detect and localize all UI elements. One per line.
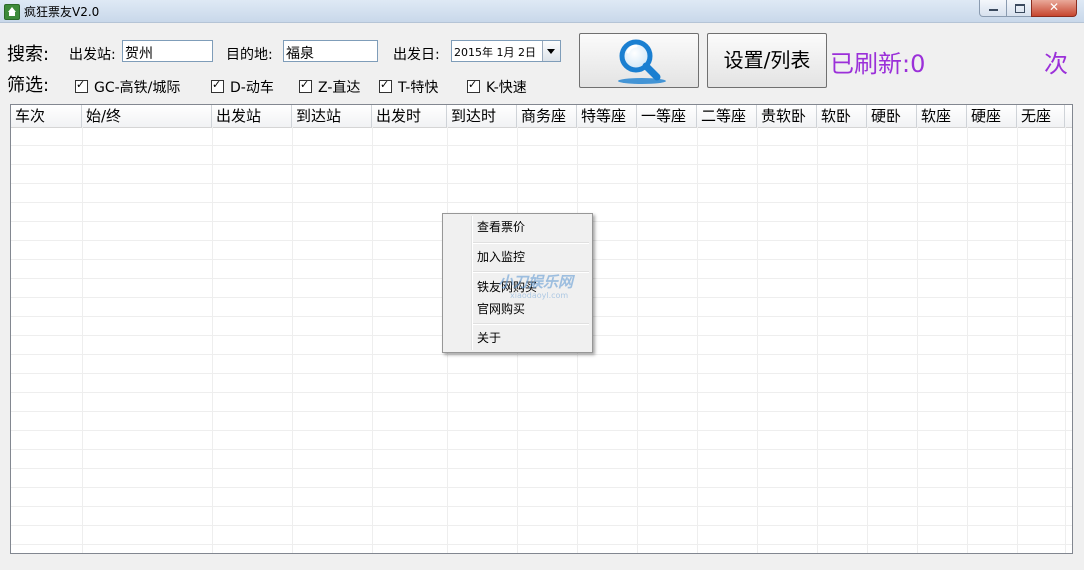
checkbox-checked-icon[interactable] [211,78,224,93]
settings-list-button[interactable]: 设置/列表 [707,33,827,88]
date-picker[interactable]: 2015年 1月 2日 [451,40,561,62]
grid-line [917,127,918,553]
filter-z-checkbox[interactable]: Z-直达 [299,77,361,96]
refresh-counter: 已刷新:0 [830,50,926,78]
menu-item-about[interactable]: 关于 [445,327,590,349]
filter-k-checkbox[interactable]: K-快速 [467,77,527,96]
grid-line [82,127,83,553]
chevron-down-icon[interactable] [542,41,560,61]
grid-line [372,127,373,553]
grid-line [212,127,213,553]
filter-t-checkbox[interactable]: T-特快 [379,77,439,96]
menu-item-official-buy[interactable]: 官网购买 [445,298,590,320]
filter-label: 筛选: [7,75,50,96]
from-label: 出发站: [69,47,116,63]
grid-line [867,127,868,553]
grid-line [817,127,818,553]
filter-k-label: K-快速 [486,80,527,96]
watermark: 小刀娱乐网 [498,273,574,291]
filter-gc-label: GC-高铁/城际 [94,80,181,96]
table-header: 车次 始/终 出发站 到达站 出发时 到达时 商务座 特等座 一等座 二等座 贵… [11,105,1072,128]
date-value: 2015年 1月 2日 [454,46,536,59]
column-header[interactable]: 贵软卧 [757,105,817,127]
grid-line [292,127,293,553]
filter-d-label: D-动车 [230,80,274,96]
app-window: 疯狂票友V2.0 搜索: 出发站: 贺州 目的地: 福泉 出发日: 2015年 … [0,0,1084,570]
title-bar: 疯狂票友V2.0 [0,0,1084,23]
close-button[interactable] [1031,0,1077,17]
to-station-input[interactable]: 福泉 [283,40,378,62]
menu-separator [473,323,589,325]
column-header[interactable]: 始/终 [82,105,212,127]
menu-separator [473,242,589,244]
filter-d-checkbox[interactable]: D-动车 [211,77,274,96]
grid-line [1065,127,1066,553]
grid-line [637,127,638,553]
grid-line [697,127,698,553]
column-header[interactable]: 软座 [917,105,967,127]
minimize-button[interactable] [979,0,1007,17]
menu-item-view-price[interactable]: 查看票价 [445,216,590,238]
home-icon [4,4,20,20]
checkbox-checked-icon[interactable] [299,78,312,93]
window-title: 疯狂票友V2.0 [24,5,100,19]
filter-t-label: T-特快 [398,80,439,96]
filter-z-label: Z-直达 [318,80,361,96]
column-header[interactable]: 出发时 [372,105,447,127]
checkbox-checked-icon[interactable] [379,78,392,93]
refresh-suffix: 次 [1044,50,1068,78]
checkbox-checked-icon[interactable] [467,78,480,93]
grid-line [967,127,968,553]
column-header[interactable]: 无座 [1017,105,1065,127]
column-header[interactable]: 到达站 [292,105,372,127]
column-header[interactable]: 硬座 [967,105,1017,127]
column-header[interactable]: 出发站 [212,105,292,127]
column-header[interactable]: 车次 [11,105,82,127]
column-header[interactable]: 硬卧 [867,105,917,127]
grid-line [757,127,758,553]
menu-item-add-monitor[interactable]: 加入监控 [445,246,590,268]
filter-gc-checkbox[interactable]: GC-高铁/城际 [75,77,181,96]
column-header[interactable]: 到达时 [447,105,517,127]
column-header[interactable]: 一等座 [637,105,697,127]
watermark-url: xiaodaoyl.com [510,291,569,300]
from-station-input[interactable]: 贺州 [122,40,213,62]
column-header[interactable]: 软卧 [817,105,867,127]
search-label: 搜索: [7,44,50,65]
to-label: 目的地: [226,47,273,63]
magnifier-icon [618,39,666,84]
date-label: 出发日: [393,47,440,63]
checkbox-checked-icon[interactable] [75,78,88,93]
column-header[interactable]: 商务座 [517,105,577,127]
column-header[interactable]: 特等座 [577,105,637,127]
column-header[interactable]: 二等座 [697,105,757,127]
maximize-button[interactable] [1006,0,1032,17]
grid-line [1017,127,1018,553]
search-button[interactable] [579,33,699,88]
